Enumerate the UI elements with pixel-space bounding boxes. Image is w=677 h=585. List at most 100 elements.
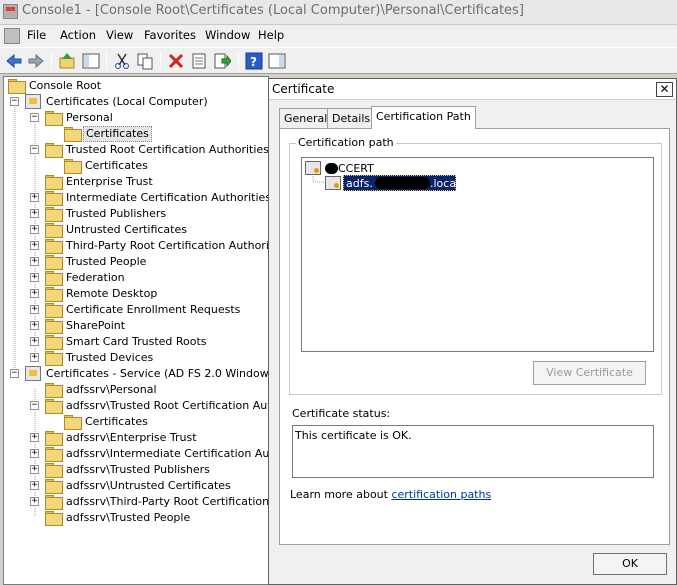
tree-item-certificates-service[interactable]: Certificates - Service (AD FS 2.0 Window… [25,366,269,382]
expand-icon[interactable]: + [30,225,39,234]
tree-item-console-root[interactable]: Console Root [8,78,268,94]
help-icon[interactable]: ? [245,52,263,70]
folder-icon [64,127,82,142]
expand-icon[interactable]: + [30,497,39,506]
tree-item-label: Console Root [29,79,102,92]
menu-favorites[interactable]: Favorites [144,28,196,42]
tab-general[interactable]: General [279,108,333,128]
tree-item-personal[interactable]: Personal [45,110,268,126]
action-pane-icon[interactable] [268,52,286,70]
tree-item-federation[interactable]: Federation [45,270,268,286]
show-hide-tree-icon[interactable] [82,52,100,70]
console-tree[interactable]: Console Root − Certificates (Local Compu… [3,76,269,585]
menu-action[interactable]: Action [60,28,96,42]
tree-item-untrusted-certificates[interactable]: Untrusted Certificates [45,222,268,238]
forward-icon[interactable] [27,52,45,70]
export-icon[interactable] [213,52,232,70]
menu-file[interactable]: File [27,28,46,42]
collapse-icon[interactable]: − [10,97,19,106]
tree-item-personal-certificates[interactable]: Certificates [64,126,264,142]
certificate-status-text: This certificate is OK. [295,429,412,442]
expand-icon[interactable]: + [30,481,39,490]
expand-icon[interactable]: + [30,305,39,314]
tree-item-adfssrv-enterprise-trust[interactable]: adfssrv\Enterprise Trust [45,430,268,446]
tree-item-adfssrv-trusted-people[interactable]: adfssrv\Trusted People [45,510,268,526]
collapse-icon[interactable]: − [30,113,39,122]
tree-item-third-party-root[interactable]: Third-Party Root Certification Authoriti… [45,238,268,254]
tree-item-label: Trusted Devices [66,351,154,364]
tab-details[interactable]: Details [327,108,376,128]
path-root-ca[interactable]: CCERT [338,162,374,175]
collapse-icon[interactable]: − [30,145,39,154]
folder-icon [64,415,82,430]
folder-icon [64,159,82,174]
properties-icon[interactable] [190,52,208,70]
tree-item-enrollment-requests[interactable]: Certificate Enrollment Requests [45,302,268,318]
tree-item-certificates-local-computer[interactable]: Certificates (Local Computer) [25,94,268,110]
tree-item-intermediate-ca[interactable]: Intermediate Certification Authorities [45,190,268,206]
tree-item-label: Certificates [85,415,148,428]
certification-path-tree[interactable]: CCERT adfs. .local [301,157,654,352]
expand-icon[interactable]: + [30,321,39,330]
path-leaf-cert-selection[interactable]: adfs. .local [343,175,459,191]
certification-paths-link[interactable]: certification paths [391,488,491,501]
tree-item-smart-card-roots[interactable]: Smart Card Trusted Roots [45,334,268,350]
folder-icon [45,447,63,462]
menu-help[interactable]: Help [258,28,284,42]
certificate-store-icon [25,366,41,381]
tree-item-adfssrv-third-party-root[interactable]: adfssrv\Third-Party Root Certification A… [45,494,268,510]
tree-item-remote-desktop[interactable]: Remote Desktop [45,286,268,302]
collapse-icon[interactable]: − [10,369,19,378]
expand-icon[interactable]: + [30,449,39,458]
ok-button[interactable]: OK [593,553,667,575]
expand-icon[interactable]: + [30,193,39,202]
tree-item-label: Untrusted Certificates [66,223,187,236]
cut-icon[interactable] [113,52,131,70]
tree-item-adfssrv-trusted-root[interactable]: adfssrv\Trusted Root Certification Autho… [45,398,268,414]
collapse-icon[interactable]: − [30,401,39,410]
back-icon[interactable] [5,52,23,70]
tree-item-adfssrv-trusted-root-certificates[interactable]: Certificates [64,414,264,430]
dialog-title: Certificate [272,82,335,96]
tree-item-trusted-root[interactable]: Trusted Root Certification Authorities [45,142,268,158]
delete-icon[interactable] [167,52,185,70]
tree-item-trusted-people[interactable]: Trusted People [45,254,268,270]
copy-icon[interactable] [136,52,154,70]
expand-icon[interactable]: + [30,337,39,346]
folder-icon [45,383,63,398]
tree-item-trusted-publishers[interactable]: Trusted Publishers [45,206,268,222]
tree-item-sharepoint[interactable]: SharePoint [45,318,268,334]
expand-icon[interactable]: + [30,209,39,218]
expand-icon[interactable]: + [30,465,39,474]
tree-item-label: Certificates - Service (AD FS 2.0 Window… [46,367,269,380]
tree-item-enterprise-trust[interactable]: Enterprise Trust [45,174,268,190]
tree-item-label: Certificate Enrollment Requests [66,303,241,316]
expand-icon[interactable]: + [30,289,39,298]
up-icon[interactable] [58,52,76,70]
tree-item-adfssrv-trusted-publishers[interactable]: adfssrv\Trusted Publishers [45,462,268,478]
menu-window[interactable]: Window [205,28,250,42]
tree-item-label: adfssrv\Personal [66,383,157,396]
tab-certification-path[interactable]: Certification Path [371,106,476,129]
expand-icon[interactable]: + [30,257,39,266]
tree-item-label: adfssrv\Untrusted Certificates [66,479,231,492]
tree-item-adfssrv-personal[interactable]: adfssrv\Personal [45,382,268,398]
tree-item-adfssrv-intermediate-ca[interactable]: adfssrv\Intermediate Certification Autho… [45,446,268,462]
tree-item-label: Trusted Publishers [66,207,167,220]
menu-bar: File Action View Favorites Window Help [0,25,677,47]
tree-item-trusted-devices[interactable]: Trusted Devices [45,350,268,366]
expand-icon[interactable]: + [30,353,39,362]
expand-icon[interactable]: + [30,433,39,442]
tree-item-label: Smart Card Trusted Roots [66,335,207,348]
folder-icon [45,479,63,494]
console-menu-icon[interactable] [4,28,20,44]
tree-item-label: adfssrv\Trusted Root Certification Autho… [66,399,268,412]
tree-item-adfssrv-untrusted[interactable]: adfssrv\Untrusted Certificates [45,478,268,494]
tree-item-trusted-root-certificates[interactable]: Certificates [64,158,264,174]
expand-icon[interactable]: + [30,241,39,250]
folder-icon [45,271,63,286]
view-certificate-button[interactable]: View Certificate [533,361,646,385]
menu-view[interactable]: View [106,28,133,42]
expand-icon[interactable]: + [30,273,39,282]
close-icon[interactable]: ✕ [656,82,673,97]
